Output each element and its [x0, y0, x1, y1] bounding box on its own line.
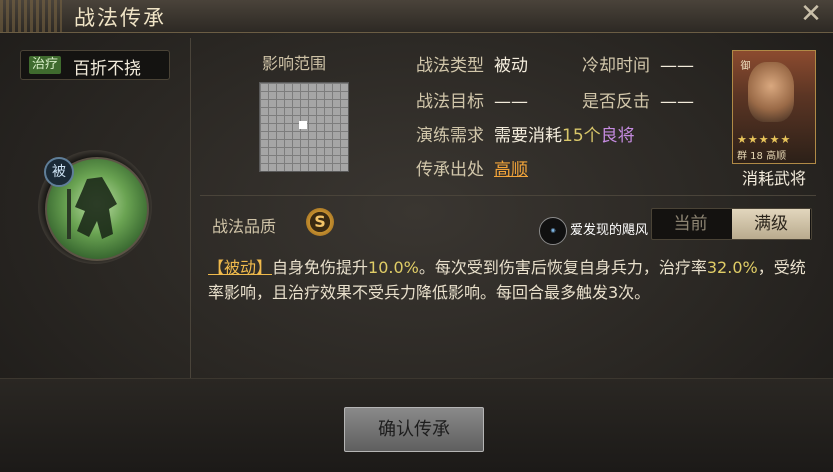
requirement-label: 演练需求 — [416, 126, 484, 146]
requirement-item[interactable]: 良将 — [601, 126, 635, 146]
watermark-text: 爱发现的飓风 — [570, 223, 649, 238]
target-label: 战法目标 — [416, 92, 484, 112]
type-value: 被动 — [494, 56, 528, 76]
info-requirement-row: 演练需求 需要消耗15个良将 — [416, 121, 635, 146]
description-part-1: 自身免伤提升 — [272, 258, 369, 277]
source-label: 传承出处 — [416, 160, 484, 180]
skill-inherit-dialog: 战法传承 ✕ 治疗 百折不挠 被 影响范围 战法类型 被动 冷却时间 —— 战法目标… — [0, 0, 833, 472]
counter-label: 是否反击 — [582, 92, 650, 112]
portrait-side-text: 御 — [738, 60, 749, 70]
title-ornament — [0, 0, 62, 32]
cooldown-value: —— — [660, 56, 694, 76]
general-portrait-head — [748, 62, 794, 122]
info-counter-row: 是否反击 —— — [582, 87, 694, 112]
portrait-meta: 群 18 高顺 — [737, 151, 787, 162]
confirm-inherit-button[interactable]: 确认传承 — [344, 407, 484, 452]
tab-current-level[interactable]: 当前 — [652, 209, 729, 239]
quality-label: 战法品质 — [212, 217, 277, 236]
description-value-1: 10.0% — [368, 258, 419, 277]
description-type-tag: 【被动】 — [208, 258, 273, 277]
passive-badge: 被 — [44, 157, 74, 187]
info-type-row: 战法类型 被动 — [416, 51, 528, 76]
requirement-count: 15个 — [562, 126, 601, 146]
description-value-2: 32.0% — [706, 258, 758, 277]
watermark-logo-icon: ◉ — [539, 217, 567, 245]
info-source-row: 传承出处 高顺 — [416, 155, 528, 180]
skill-name-plate: 治疗 百折不挠 — [20, 50, 170, 80]
source-value-link[interactable]: 高顺 — [494, 160, 528, 180]
skill-name: 百折不挠 — [73, 59, 141, 79]
title-bar: 战法传承 ✕ — [0, 0, 833, 33]
portrait-stars: ★★★★★ — [737, 133, 792, 146]
requirement-prefix: 需要消耗 — [494, 126, 562, 146]
info-target-row: 战法目标 —— — [416, 87, 528, 112]
dialog-title: 战法传承 — [74, 6, 166, 30]
range-center-cell — [299, 121, 307, 129]
skill-description: 【被动】自身免伤提升10.0%。每次受到伤害后恢复自身兵力，治疗率32.0%，受… — [208, 255, 808, 305]
vertical-divider — [190, 38, 191, 378]
skill-category-tag: 治疗 — [29, 56, 62, 74]
close-icon[interactable]: ✕ — [799, 1, 823, 27]
type-label: 战法类型 — [416, 56, 484, 76]
cooldown-label: 冷却时间 — [582, 56, 650, 76]
horizontal-divider — [200, 195, 816, 196]
range-label: 影响范围 — [262, 54, 327, 73]
level-toggle: 当前 满级 — [651, 208, 812, 240]
portrait-label: 消耗武将 — [741, 169, 806, 188]
target-value: —— — [494, 92, 528, 112]
tab-max-level[interactable]: 满级 — [732, 209, 810, 239]
description-part-2: 。每次受到伤害后恢复自身兵力，治疗率 — [418, 258, 707, 277]
quality-grade-badge: S — [306, 208, 334, 236]
counter-value: —— — [660, 92, 694, 112]
info-cooldown-row: 冷却时间 —— — [582, 51, 694, 76]
